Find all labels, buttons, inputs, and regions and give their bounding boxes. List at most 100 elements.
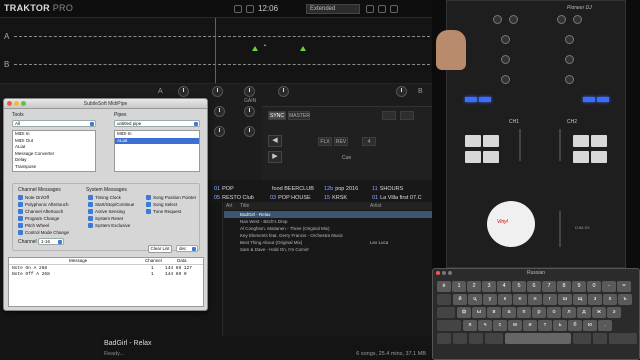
- key[interactable]: с: [493, 320, 507, 331]
- tools-filter-select[interactable]: All: [12, 120, 96, 127]
- checkbox-channel-aftertouch[interactable]: Channel Aftertouch: [18, 209, 63, 215]
- option-key[interactable]: [593, 333, 607, 344]
- key[interactable]: 9: [572, 281, 586, 292]
- pipes-list[interactable]: MIDI In ALiat: [114, 130, 200, 172]
- gain-knob[interactable]: [244, 86, 255, 97]
- key[interactable]: р: [532, 307, 546, 318]
- checkbox-song-select[interactable]: Song Select: [146, 202, 177, 208]
- deck-option-button[interactable]: [382, 111, 396, 120]
- fullscreen-icon[interactable]: [366, 5, 374, 13]
- key[interactable]: н: [528, 294, 542, 305]
- space-key[interactable]: [505, 333, 571, 344]
- key[interactable]: х: [603, 294, 617, 305]
- track-row[interactable]: Key Elements feat. Gerry Francis - Orche…: [224, 232, 432, 239]
- key[interactable]: в: [487, 307, 501, 318]
- key[interactable]: 0: [587, 281, 601, 292]
- eq-knob[interactable]: [244, 126, 255, 137]
- key[interactable]: ч: [478, 320, 492, 331]
- column-artist[interactable]: Artist: [370, 202, 381, 210]
- midi-log-table[interactable]: Message Channel Data Note On A 268 1 144…: [8, 257, 204, 307]
- checkbox-pitch-wheel[interactable]: Pitch Wheel: [18, 223, 49, 229]
- key[interactable]: м: [508, 320, 522, 331]
- reverse-button[interactable]: REV: [334, 137, 348, 146]
- key[interactable]: ж: [592, 307, 606, 318]
- command-key[interactable]: [485, 333, 503, 344]
- key[interactable]: 3: [482, 281, 496, 292]
- key[interactable]: е: [513, 294, 527, 305]
- command-key[interactable]: [573, 333, 591, 344]
- fn-key[interactable]: [437, 333, 451, 344]
- eq-knob[interactable]: [214, 106, 225, 117]
- track-row[interactable]: Sam & Dave - Hold On, I'm Comin': [224, 246, 432, 253]
- eq-knob[interactable]: [244, 106, 255, 117]
- key[interactable]: 4: [497, 281, 511, 292]
- number-format-select[interactable]: dec: [176, 245, 198, 252]
- key[interactable]: ф: [457, 307, 471, 318]
- fx-knob[interactable]: [212, 86, 223, 97]
- key[interactable]: э: [607, 307, 621, 318]
- key[interactable]: 1: [452, 281, 466, 292]
- key[interactable]: б: [568, 320, 582, 331]
- tools-list[interactable]: MIDI In MIDI Out ALiat Message Converter…: [12, 130, 96, 172]
- checkbox-control-mode[interactable]: Control Mode Change: [18, 230, 69, 236]
- tool-item[interactable]: Transpose: [13, 164, 95, 171]
- key[interactable]: у: [483, 294, 497, 305]
- settings-icon[interactable]: [234, 5, 242, 13]
- key[interactable]: и: [523, 320, 537, 331]
- key[interactable]: щ: [573, 294, 587, 305]
- fx-knob[interactable]: [178, 86, 189, 97]
- track-row[interactable]: BadGirl - Relax: [224, 211, 432, 218]
- option-key[interactable]: [469, 333, 483, 344]
- key[interactable]: т: [538, 320, 552, 331]
- key[interactable]: -: [602, 281, 616, 292]
- track-row[interactable]: Best Thing About (Original Mix) Lex Luca: [224, 239, 432, 246]
- key[interactable]: 8: [557, 281, 571, 292]
- clear-list-button[interactable]: Clear List: [148, 245, 172, 253]
- checkbox-note[interactable]: Note On/Off: [18, 195, 49, 201]
- deck-option-button[interactable]: [400, 111, 414, 120]
- key[interactable]: з: [588, 294, 602, 305]
- checkbox-poly-aftertouch[interactable]: Polyphonic Aftertouch: [18, 202, 69, 208]
- key[interactable]: ы: [472, 307, 486, 318]
- deck-b-waveform[interactable]: B: [0, 46, 432, 84]
- key[interactable]: =: [617, 281, 631, 292]
- key[interactable]: ё: [437, 281, 451, 292]
- checkbox-system-reset[interactable]: System Reset: [88, 216, 123, 222]
- key[interactable]: ш: [558, 294, 572, 305]
- key[interactable]: ъ: [618, 294, 632, 305]
- play-button[interactable]: ▶: [268, 151, 282, 163]
- checkbox-start-stop[interactable]: Start/Stop/Continue: [88, 202, 134, 208]
- loop-button[interactable]: 4: [362, 137, 376, 146]
- key[interactable]: ь: [553, 320, 567, 331]
- flux-button[interactable]: FLX: [318, 137, 332, 146]
- arrow-keys[interactable]: [609, 333, 637, 344]
- master-button[interactable]: MASTER: [288, 111, 310, 120]
- key[interactable]: 7: [542, 281, 556, 292]
- key[interactable]: а: [502, 307, 516, 318]
- checkbox-song-position[interactable]: Song Position Pointer: [146, 195, 196, 201]
- key[interactable]: г: [543, 294, 557, 305]
- checkbox-tune-request[interactable]: Tune Request: [146, 209, 181, 215]
- key[interactable]: д: [577, 307, 591, 318]
- column-art[interactable]: Art: [226, 202, 232, 210]
- cue-button[interactable]: ◀: [268, 135, 282, 147]
- track-row[interactable]: Nas West - Bitch's Drop: [224, 218, 432, 225]
- key[interactable]: й: [453, 294, 467, 305]
- preferences-icon[interactable]: [378, 5, 386, 13]
- key[interactable]: ю: [583, 320, 597, 331]
- checkbox-timing-clock[interactable]: Timing Clock: [88, 195, 121, 201]
- eq-knob[interactable]: [214, 126, 225, 137]
- pipes-select[interactable]: untitled pipe: [114, 120, 200, 127]
- fx-knob[interactable]: [278, 86, 289, 97]
- shift-key[interactable]: [437, 320, 461, 331]
- sync-button[interactable]: SYNC: [268, 111, 286, 120]
- key[interactable]: п: [517, 307, 531, 318]
- key[interactable]: к: [498, 294, 512, 305]
- caps-lock-key[interactable]: [437, 307, 455, 318]
- pipe-item-selected[interactable]: ALiat: [115, 137, 199, 144]
- fx-knob[interactable]: [396, 86, 407, 97]
- column-title[interactable]: Title: [240, 202, 249, 210]
- channel-select[interactable]: 1-16: [38, 238, 64, 245]
- key[interactable]: о: [547, 307, 561, 318]
- checkbox-active-sensing[interactable]: Active Sensing: [88, 209, 125, 215]
